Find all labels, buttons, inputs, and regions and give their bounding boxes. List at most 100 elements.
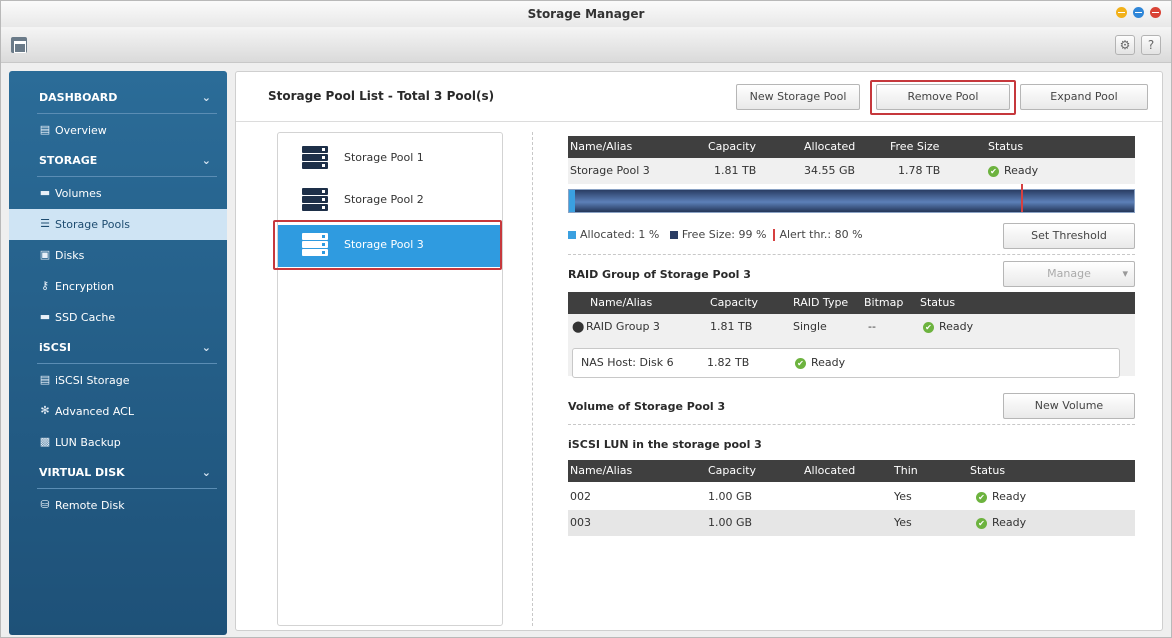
backup-icon: ▩ bbox=[39, 435, 51, 448]
ready-check-icon: ✔ bbox=[988, 165, 999, 177]
column-header: Capacity bbox=[708, 140, 757, 153]
iscsi-storage-icon: ▤ bbox=[39, 373, 51, 386]
ready-check-icon: ✔ bbox=[976, 517, 987, 529]
pool-item-1[interactable]: Storage Pool 1 bbox=[278, 138, 502, 180]
cell: 1.00 GB bbox=[708, 516, 753, 529]
cell: Single bbox=[793, 320, 827, 333]
sidebar-item-label: Disks bbox=[55, 249, 85, 262]
gear-icon[interactable]: ⚙ bbox=[1115, 35, 1135, 55]
sidebar-item-lun-backup[interactable]: ▩ LUN Backup bbox=[9, 427, 227, 458]
sidebar-item-overview[interactable]: ▤ Overview bbox=[9, 115, 227, 146]
acl-gear-icon: ✻ bbox=[40, 404, 50, 417]
sidebar-item-volumes[interactable]: ▬ Volumes bbox=[9, 178, 227, 209]
main-panel: Storage Pool List - Total 3 Pool(s) New … bbox=[235, 71, 1163, 631]
collapse-icon[interactable]: ⬤ bbox=[572, 314, 584, 340]
free-swatch bbox=[669, 231, 678, 239]
legend-free: Free Size: 99 % bbox=[681, 228, 767, 241]
volume-icon: ▬ bbox=[39, 186, 51, 199]
sidebar-item-label: Encryption bbox=[55, 280, 115, 293]
pool-label: Storage Pool 2 bbox=[344, 193, 424, 206]
cell: 1.82 TB bbox=[707, 356, 750, 369]
storage-pool-icon bbox=[302, 146, 328, 170]
help-icon[interactable]: ? bbox=[1141, 35, 1161, 55]
status-text: Ready bbox=[811, 356, 846, 369]
legend-alert: Alert thr.: 80 % bbox=[779, 228, 863, 241]
storage-manager-window: Storage Manager ⚙ ? DASHBOARD ⌄ ▤ Overview… bbox=[0, 0, 1172, 638]
column-header: RAID Type bbox=[793, 296, 849, 309]
cell: 1.81 TB bbox=[710, 320, 753, 333]
sidebar-section-storage[interactable]: STORAGE ⌄ bbox=[9, 146, 227, 178]
cell: 1.81 TB bbox=[714, 164, 757, 177]
column-header: Name/Alias bbox=[590, 296, 653, 309]
table-row[interactable]: Storage Pool 3 1.81 TB 34.55 GB 1.78 TB … bbox=[568, 158, 1135, 184]
sidebar-item-advanced-acl[interactable]: ✻ Advanced ACL bbox=[9, 396, 227, 427]
ssd-icon: ▬ bbox=[39, 310, 51, 323]
column-header: Free Size bbox=[890, 140, 940, 153]
manage-dropdown[interactable]: Manage ▾ bbox=[1003, 261, 1135, 287]
section-label: DASHBOARD bbox=[39, 91, 118, 104]
table-row[interactable]: 003 1.00 GB Yes ✔ Ready bbox=[568, 510, 1135, 536]
lun-table-header: Name/Alias Capacity Allocated Thin Statu… bbox=[568, 460, 1135, 482]
storage-pool-icon: ☰ bbox=[40, 217, 50, 230]
sidebar-item-label: SSD Cache bbox=[55, 311, 116, 324]
sidebar-item-encryption[interactable]: ⚷ Encryption bbox=[9, 271, 227, 302]
ready-check-icon: ✔ bbox=[923, 321, 934, 333]
storage-pool-icon bbox=[302, 188, 328, 212]
sidebar-item-storage-pools[interactable]: ☰ Storage Pools bbox=[9, 209, 227, 240]
sidebar-item-label: LUN Backup bbox=[55, 436, 121, 449]
cell: Storage Pool 3 bbox=[570, 164, 650, 177]
alert-threshold-marker bbox=[1021, 184, 1023, 212]
sidebar-item-label: Remote Disk bbox=[55, 499, 125, 512]
expand-pool-button[interactable]: Expand Pool bbox=[1020, 84, 1148, 110]
raid-section-title: RAID Group of Storage Pool 3 bbox=[568, 268, 751, 281]
legend-allocated: Allocated: 1 % bbox=[580, 228, 660, 241]
volume-section-title: Volume of Storage Pool 3 bbox=[568, 400, 726, 413]
minimize-icon[interactable] bbox=[1116, 7, 1127, 18]
overview-icon: ▤ bbox=[39, 123, 51, 136]
cell: NAS Host: Disk 6 bbox=[581, 356, 674, 369]
divider bbox=[568, 254, 1135, 255]
column-header: Capacity bbox=[710, 296, 759, 309]
divider bbox=[568, 424, 1135, 425]
sidebar-item-iscsi-storage[interactable]: ▤ iSCSI Storage bbox=[9, 365, 227, 396]
pool-item-2[interactable]: Storage Pool 2 bbox=[278, 180, 502, 222]
close-icon[interactable] bbox=[1150, 7, 1161, 18]
sidebar-item-label: iSCSI Storage bbox=[55, 374, 130, 387]
new-volume-button[interactable]: New Volume bbox=[1003, 393, 1135, 419]
ready-check-icon: ✔ bbox=[795, 357, 806, 369]
sidebar-item-ssd-cache[interactable]: ▬ SSD Cache bbox=[9, 302, 227, 333]
cell: RAID Group 3 bbox=[586, 320, 660, 333]
sidebar-item-label: Advanced ACL bbox=[55, 405, 134, 418]
table-row[interactable]: 002 1.00 GB Yes ✔ Ready bbox=[568, 484, 1135, 510]
section-label: iSCSI bbox=[39, 341, 71, 354]
pool-table-header: Name/Alias Capacity Allocated Free Size … bbox=[568, 136, 1135, 158]
disk-row[interactable]: NAS Host: Disk 6 1.82 TB ✔ Ready bbox=[572, 348, 1120, 378]
cell: Yes bbox=[894, 490, 912, 503]
sidebar-section-dashboard[interactable]: DASHBOARD ⌄ bbox=[9, 83, 227, 115]
sidebar-item-label: Overview bbox=[55, 124, 107, 137]
usage-bar bbox=[568, 184, 1135, 213]
sidebar-item-remote-disk[interactable]: ⛁ Remote Disk bbox=[9, 490, 227, 521]
column-header: Status bbox=[988, 140, 1024, 153]
lun-section-title: iSCSI LUN in the storage pool 3 bbox=[568, 438, 762, 451]
maximize-icon[interactable] bbox=[1133, 7, 1144, 18]
app-menu-icon[interactable] bbox=[11, 37, 27, 53]
status-text: Ready bbox=[1004, 164, 1039, 177]
sidebar-section-iscsi[interactable]: iSCSI ⌄ bbox=[9, 333, 227, 365]
column-header: Status bbox=[920, 296, 956, 309]
cell: Yes bbox=[894, 516, 912, 529]
cell: 1.00 GB bbox=[708, 490, 753, 503]
column-header: Name/Alias bbox=[570, 140, 633, 153]
alert-swatch bbox=[773, 229, 776, 241]
new-storage-pool-button[interactable]: New Storage Pool bbox=[736, 84, 860, 110]
remove-pool-button[interactable]: Remove Pool bbox=[876, 84, 1010, 110]
column-header: Thin bbox=[894, 464, 918, 477]
sidebar-item-disks[interactable]: ▣ Disks bbox=[9, 240, 227, 271]
raid-table-header: Name/Alias Capacity RAID Type Bitmap Sta… bbox=[568, 292, 1135, 314]
column-header: Capacity bbox=[708, 464, 757, 477]
set-threshold-button[interactable]: Set Threshold bbox=[1003, 223, 1135, 249]
chevron-down-icon: ⌄ bbox=[201, 341, 211, 354]
window-title: Storage Manager bbox=[527, 7, 645, 21]
sidebar-section-virtual-disk[interactable]: VIRTUAL DISK ⌄ bbox=[9, 458, 227, 490]
toolbar: ⚙ ? bbox=[1, 27, 1171, 63]
